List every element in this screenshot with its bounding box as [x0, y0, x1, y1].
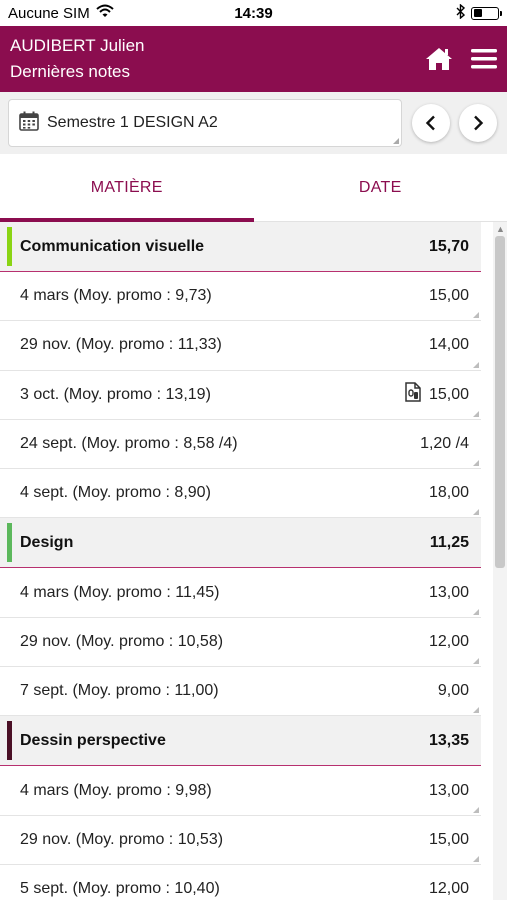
tab-date[interactable]: DATE [254, 154, 507, 221]
notes-list-area: Communication visuelle 15,70 4 mars (Moy. … [0, 222, 507, 900]
note-value: 9,00 [437, 682, 469, 700]
subject-average: 11,25 [429, 533, 469, 551]
row-corner-icon [473, 806, 479, 813]
subject-name: Dessin perspective [20, 731, 166, 749]
tab-matiere[interactable]: MATIÈRE [0, 154, 254, 222]
document-clip-icon[interactable] [405, 382, 421, 407]
note-value: 15,00 [428, 830, 469, 848]
menu-icon[interactable] [471, 48, 497, 70]
note-label: 29 nov. (Moy. promo : 11,33) [20, 336, 222, 354]
note-row[interactable]: 3 oct. (Moy. promo : 13,19) 15,00 [0, 371, 481, 420]
header-texts: AUDIBERT Julien Dernières notes [10, 36, 144, 82]
tab-bar: MATIÈRE DATE [0, 154, 507, 222]
note-value-wrap: 15,00 [429, 831, 469, 849]
subject-average: 15,70 [428, 237, 469, 255]
note-label: 4 mars (Moy. promo : 9,73) [20, 287, 212, 305]
page-title: Dernières notes [10, 62, 131, 81]
row-corner-icon [473, 460, 479, 467]
note-value-wrap: 13,00 [429, 584, 469, 602]
note-row[interactable]: 29 nov. (Moy. promo : 10,58) 12,00 [0, 618, 481, 668]
calendar-icon [19, 111, 39, 136]
wifi-icon [96, 4, 114, 22]
note-row[interactable]: 4 sept. (Moy. promo : 8,90) 18,00 [0, 469, 481, 519]
period-row: Semestre 1 DESIGN A2 [0, 92, 507, 154]
status-left: Aucune SIM [8, 4, 114, 22]
subject-header[interactable]: Dessin perspective 13,35 [0, 716, 481, 767]
status-bar: Aucune SIM 14:39 [0, 0, 507, 26]
note-value: 12,00 [428, 880, 469, 898]
note-value-wrap: 1,20 /4 [420, 435, 469, 453]
note-label: 24 sept. (Moy. promo : 8,58 /4) [20, 435, 238, 453]
note-label: 4 mars (Moy. promo : 11,45) [20, 583, 220, 601]
header-actions [425, 47, 497, 71]
subject-color-bar [7, 227, 12, 266]
note-value-wrap: 12,00 [429, 880, 469, 898]
note-value-wrap: 15,00 [429, 287, 469, 305]
note-value: 13,00 [428, 583, 469, 601]
scroll-thumb[interactable] [495, 236, 505, 568]
note-row[interactable]: 4 mars (Moy. promo : 9,98) 13,00 [0, 766, 481, 816]
note-label: 29 nov. (Moy. promo : 10,58) [20, 632, 224, 650]
note-value-wrap: 15,00 [405, 382, 469, 407]
status-right [456, 2, 502, 23]
bluetooth-icon [456, 2, 466, 23]
note-value: 13,00 [428, 781, 469, 799]
next-period-button[interactable] [459, 104, 497, 142]
note-row[interactable]: 29 nov. (Moy. promo : 11,33) 14,00 [0, 321, 481, 371]
subject-header[interactable]: Communication visuelle 15,70 [0, 222, 481, 272]
scroll-up-icon[interactable]: ▲ [496, 224, 505, 234]
period-select[interactable]: Semestre 1 DESIGN A2 [8, 99, 402, 147]
dropdown-corner-icon [393, 138, 399, 144]
note-value-wrap: 18,00 [429, 484, 469, 502]
scrollbar[interactable]: ▲ [493, 222, 507, 900]
row-corner-icon [473, 707, 479, 714]
subject-name: Communication visuelle [20, 237, 205, 255]
note-label: 5 sept. (Moy. promo : 10,40) [20, 880, 220, 898]
note-label: 4 sept. (Moy. promo : 8,90) [20, 484, 211, 502]
carrier-label: Aucune SIM [8, 4, 90, 22]
note-row[interactable]: 4 mars (Moy. promo : 11,45) 13,00 [0, 568, 481, 618]
row-corner-icon [473, 509, 479, 516]
app-header: AUDIBERT Julien Dernières notes [0, 26, 507, 92]
row-corner-icon [473, 361, 479, 368]
subject-color-bar [7, 721, 12, 761]
battery-icon [471, 6, 502, 20]
chevron-left-icon [425, 115, 435, 131]
note-value: 1,20 /4 [420, 435, 469, 453]
subject-average: 13,35 [428, 731, 469, 749]
note-row[interactable]: 7 sept. (Moy. promo : 11,00) 9,00 [0, 667, 481, 717]
note-label: 3 oct. (Moy. promo : 13,19) [20, 385, 211, 403]
subject-color-bar [7, 523, 12, 563]
row-corner-icon [473, 855, 479, 862]
row-corner-icon [473, 410, 479, 417]
student-name: AUDIBERT Julien [10, 36, 145, 55]
note-value: 15,00 [428, 287, 469, 305]
previous-period-button[interactable] [412, 104, 450, 142]
note-value-wrap: 13,00 [429, 782, 469, 800]
row-corner-icon [473, 312, 479, 319]
note-value: 15,00 [428, 385, 469, 403]
subject-header[interactable]: Design 11,25 [0, 518, 481, 569]
note-value-wrap: 12,00 [429, 633, 469, 651]
note-label: 7 sept. (Moy. promo : 11,00) [20, 682, 219, 700]
home-icon[interactable] [425, 47, 453, 71]
row-corner-icon [473, 608, 479, 615]
subject-name: Design [20, 533, 74, 551]
note-row[interactable]: 24 sept. (Moy. promo : 8,58 /4) 1,20 /4 [0, 420, 481, 470]
note-value: 14,00 [428, 336, 469, 354]
note-value: 18,00 [428, 484, 469, 502]
period-label: Semestre 1 DESIGN A2 [47, 114, 218, 131]
note-row[interactable]: 4 mars (Moy. promo : 9,73) 15,00 [0, 272, 481, 322]
note-value-wrap: 9,00 [438, 682, 469, 700]
notes-list: Communication visuelle 15,70 4 mars (Moy. … [0, 222, 481, 900]
note-row[interactable]: 29 nov. (Moy. promo : 10,53) 15,00 [0, 816, 481, 865]
note-label: 29 nov. (Moy. promo : 10,53) [20, 830, 224, 848]
note-value: 12,00 [428, 632, 469, 650]
row-corner-icon [473, 658, 479, 665]
note-label: 4 mars (Moy. promo : 9,98) [20, 781, 212, 799]
note-row[interactable]: 5 sept. (Moy. promo : 10,40) 12,00 [0, 865, 481, 900]
note-value-wrap: 14,00 [429, 336, 469, 354]
chevron-right-icon [474, 115, 484, 131]
